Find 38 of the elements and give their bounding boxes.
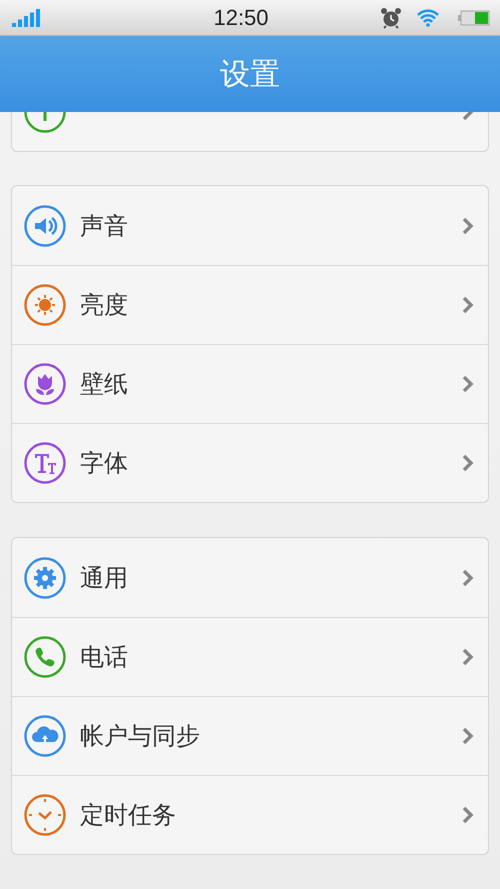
cloud-icon — [24, 715, 66, 757]
settings-row[interactable]: 定时任务 — [12, 775, 488, 854]
settings-label: 帐户与同步 — [80, 721, 201, 752]
clock-time: 12:50 — [212, 4, 270, 30]
settings-label: 定时任务 — [80, 800, 177, 831]
alarm-icon — [380, 6, 402, 28]
font-icon — [24, 442, 66, 484]
sun-icon — [24, 284, 66, 326]
settings-row[interactable]: 壁纸 — [12, 344, 488, 423]
battery-icon — [458, 10, 490, 26]
chevron-icon — [462, 648, 474, 666]
settings-label: 电话 — [80, 642, 129, 673]
chevron-icon — [462, 216, 474, 234]
phone-icon — [24, 636, 66, 678]
gear-icon — [24, 556, 66, 598]
settings-label: 亮度 — [80, 290, 129, 321]
settings-label: 壁纸 — [80, 369, 129, 400]
settings-row[interactable]: 亮度 — [12, 265, 488, 344]
settings-row[interactable]: 帐户与同步 — [12, 696, 488, 775]
settings-row[interactable]: 声音 — [12, 186, 488, 265]
settings-label: 字体 — [80, 448, 129, 479]
wifi-icon — [416, 8, 440, 26]
signal-icon — [12, 8, 42, 26]
chevron-icon — [462, 806, 474, 824]
chevron-icon — [462, 375, 474, 393]
settings-label: 声音 — [80, 210, 129, 242]
chevron-icon — [462, 727, 474, 745]
settings-row[interactable]: 字体 — [12, 423, 488, 502]
settings-row[interactable]: 通用 — [12, 538, 488, 617]
speaker-icon — [24, 204, 66, 246]
flower-icon — [24, 363, 66, 405]
chevron-icon — [462, 568, 474, 586]
settings-label: 通用 — [80, 562, 129, 594]
clock-icon — [24, 794, 66, 836]
settings-row[interactable]: 电话 — [12, 617, 488, 696]
chevron-icon — [462, 454, 474, 472]
chevron-icon — [462, 296, 474, 314]
page-title: 设置 — [220, 56, 280, 94]
